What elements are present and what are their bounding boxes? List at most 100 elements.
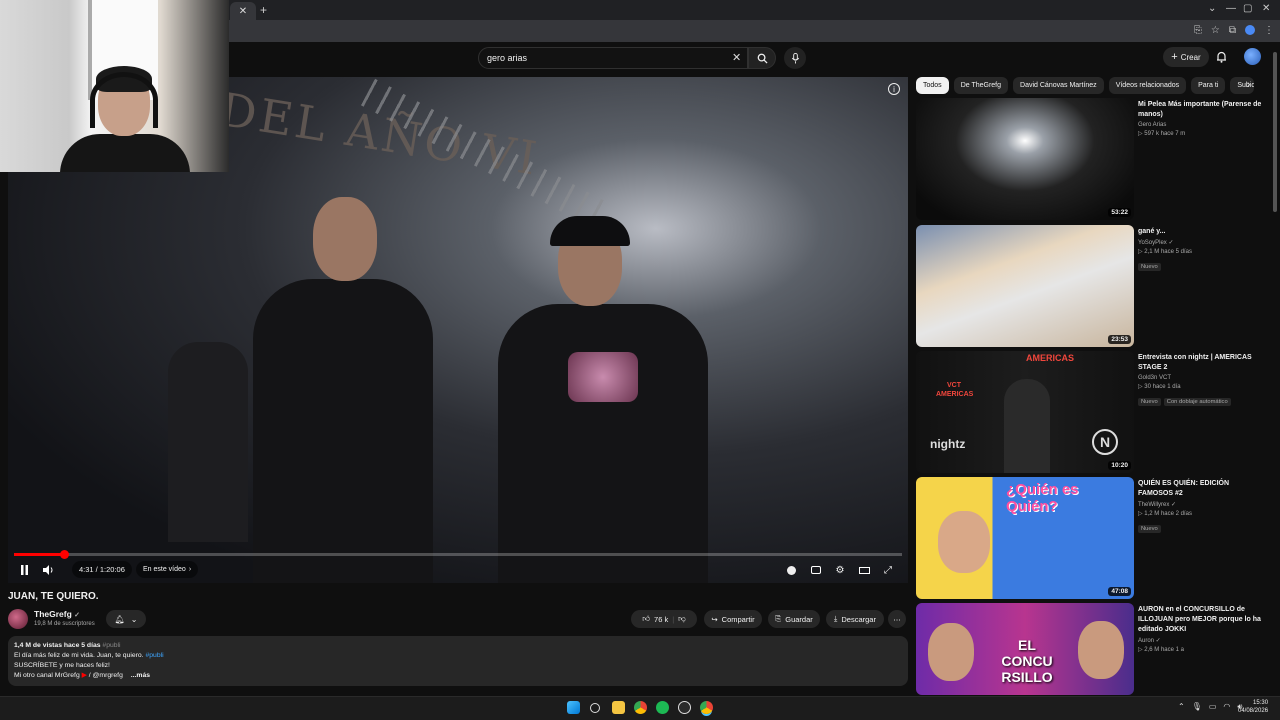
- channel-avatar[interactable]: [8, 609, 28, 629]
- chip-subidos[interactable]: Subid: [1230, 77, 1255, 94]
- hashtag-link[interactable]: #publi: [145, 652, 163, 659]
- new-tab-button[interactable]: +: [260, 3, 267, 17]
- voice-search-button[interactable]: [784, 47, 806, 69]
- duration-badge: 47:08: [1108, 587, 1131, 596]
- fullscreen-button[interactable]: ⤢: [881, 562, 895, 578]
- install-icon[interactable]: ⎘: [1194, 25, 1202, 36]
- save-button[interactable]: ⎘ Guardar: [768, 610, 820, 628]
- network-icon[interactable]: ◠: [1223, 702, 1230, 712]
- rec-stats: ▷ 1,2 M hace 2 días: [1138, 511, 1192, 517]
- chevron-up-icon[interactable]: ⌃: [1178, 702, 1185, 712]
- share-button[interactable]: ↪ Compartir: [704, 610, 762, 628]
- scrollbar-thumb[interactable]: [1273, 52, 1277, 212]
- progress-bar[interactable]: [14, 550, 902, 559]
- rec-channel[interactable]: Auron ✓: [1138, 637, 1264, 644]
- extensions-icon[interactable]: ⧉: [1229, 25, 1236, 36]
- new-badge: Nuevo: [1138, 525, 1161, 533]
- hashtag[interactable]: #publi: [102, 642, 120, 649]
- search-input[interactable]: gero arias: [478, 47, 748, 69]
- microphone-icon[interactable]: 🎙︎: [1192, 702, 1202, 712]
- rec-title[interactable]: Mi Pelea Más importante (Parense de mano…: [1138, 100, 1264, 120]
- list-item[interactable]: AMERICAS VCT AMERICAS nightz N 10:20 Ent…: [916, 351, 1266, 475]
- profile-icon[interactable]: [1245, 25, 1255, 35]
- bookmark-star-icon[interactable]: ☆: [1211, 25, 1220, 36]
- file-explorer-icon[interactable]: [612, 701, 625, 714]
- more-actions-button[interactable]: ⋯: [888, 610, 906, 628]
- video-thumbnail[interactable]: AMERICAS VCT AMERICAS nightz N 10:20: [916, 351, 1134, 473]
- video-thumbnail[interactable]: EL CONCU RSILLO: [916, 603, 1134, 695]
- subscribed-button[interactable]: 🔔︎ ⌄: [106, 610, 146, 628]
- clear-search-icon[interactable]: ✕: [732, 51, 741, 64]
- duration-badge: 53:22: [1108, 208, 1131, 217]
- tab-close-icon[interactable]: ✕: [239, 6, 247, 17]
- windows-start-icon[interactable]: [567, 701, 580, 714]
- video-thumbnail[interactable]: ¿Quién es Quién? 47:08: [916, 477, 1134, 599]
- thumb-face-right: [1078, 621, 1124, 679]
- plus-icon: +: [1171, 51, 1178, 63]
- description-box[interactable]: 1,4 M de vistas hace 5 días #publi El dí…: [8, 636, 908, 686]
- clock-time: 15:30: [1253, 700, 1269, 706]
- menu-icon[interactable]: ⋮: [1264, 25, 1274, 36]
- show-more-link[interactable]: ...más: [131, 672, 150, 679]
- chapter-label: En este vídeo: [143, 566, 186, 573]
- channel-link[interactable]: / @mrgrefg: [89, 672, 123, 679]
- account-avatar[interactable]: [1244, 48, 1261, 65]
- browser-tab[interactable]: ✕: [230, 2, 256, 20]
- download-icon: ⤓: [834, 614, 838, 623]
- like-button[interactable]: 👍︎ 76 k: [642, 614, 668, 624]
- spotify-icon[interactable]: [656, 701, 669, 714]
- pause-button[interactable]: [16, 562, 32, 578]
- rec-title[interactable]: Entrevista con nightz | AMERICAS STAGE 2: [1138, 353, 1264, 373]
- chevron-right-icon[interactable]: ›: [1247, 79, 1250, 90]
- chip-videos-relacionados[interactable]: Vídeos relacionados: [1108, 77, 1187, 94]
- new-badge: Nuevo: [1138, 263, 1161, 271]
- create-button[interactable]: + Crear: [1163, 47, 1209, 67]
- channel-name[interactable]: TheGrefg ✓: [34, 609, 80, 619]
- fullscreen-icon: ⤢: [884, 564, 892, 576]
- thumb-americas-text: AMERICAS: [1026, 353, 1075, 363]
- rec-title[interactable]: QUIÉN ES QUIÉN: EDICIÓN FAMOSOS #2: [1138, 479, 1264, 499]
- maximize-button[interactable]: ▢: [1243, 3, 1252, 14]
- dislike-button[interactable]: 👎︎: [678, 614, 686, 624]
- volume-button[interactable]: [40, 562, 56, 578]
- minimize-button[interactable]: —: [1226, 3, 1236, 14]
- search-icon[interactable]: [590, 703, 600, 713]
- rec-title[interactable]: AURON en el CONCURSILLO de ILLOJUAN pero…: [1138, 605, 1264, 635]
- autoplay-icon: [786, 565, 796, 575]
- theater-mode-button[interactable]: [857, 562, 871, 578]
- rec-title[interactable]: gané y...: [1138, 227, 1264, 237]
- system-clock[interactable]: 15:30 04/08/2026: [1238, 699, 1268, 715]
- video-thumbnail[interactable]: 53:22: [916, 98, 1134, 220]
- subtitles-button[interactable]: [809, 562, 823, 578]
- display-icon[interactable]: ▭: [1209, 702, 1217, 712]
- app-icon[interactable]: [678, 701, 691, 714]
- chip-de-thegrefg[interactable]: De TheGrefg: [953, 77, 1009, 94]
- list-item[interactable]: 53:22 Mi Pelea Más importante (Parense d…: [916, 98, 1266, 222]
- chrome-active-icon[interactable]: [700, 701, 713, 714]
- rec-channel[interactable]: YoSoyPlex ✓: [1138, 239, 1264, 246]
- rec-channel[interactable]: Gold3n VCT: [1138, 375, 1264, 381]
- autoplay-toggle[interactable]: [784, 562, 798, 578]
- close-window-button[interactable]: ✕: [1262, 3, 1270, 14]
- chapters-button[interactable]: En este vídeo ›: [136, 561, 199, 578]
- download-button[interactable]: ⤓ Descargar: [826, 610, 884, 628]
- chip-todos[interactable]: Todos: [916, 77, 949, 94]
- info-icon[interactable]: i: [888, 83, 900, 95]
- tab-search-icon[interactable]: ⌄: [1208, 3, 1216, 14]
- new-badge: Nuevo: [1138, 398, 1161, 406]
- rec-channel[interactable]: TheWillyrex ✓: [1138, 501, 1264, 508]
- rec-channel[interactable]: Gero Arias: [1138, 122, 1264, 128]
- time-display: 4:31 / 1:20:06: [72, 561, 132, 578]
- settings-button[interactable]: ⚙: [833, 562, 847, 578]
- list-item[interactable]: 23:53 gané y... YoSoyPlex ✓ ▷ 2,1 M hace…: [916, 225, 1266, 349]
- chip-para-ti[interactable]: Para ti: [1191, 77, 1226, 94]
- chrome-icon[interactable]: [634, 701, 647, 714]
- search-button[interactable]: [748, 47, 776, 69]
- list-item[interactable]: ¿Quién es Quién? 47:08 QUIÉN ES QUIÉN: E…: [916, 477, 1266, 601]
- envy-logo: N: [1092, 429, 1118, 455]
- list-item[interactable]: EL CONCU RSILLO AURON en el CONCURSILLO …: [916, 603, 1266, 695]
- video-thumbnail[interactable]: 23:53: [916, 225, 1134, 347]
- page-scrollbar[interactable]: [1272, 42, 1278, 712]
- chip-david-canovas[interactable]: David Cánovas Martínez: [1013, 77, 1104, 94]
- notifications-button[interactable]: [1216, 50, 1227, 68]
